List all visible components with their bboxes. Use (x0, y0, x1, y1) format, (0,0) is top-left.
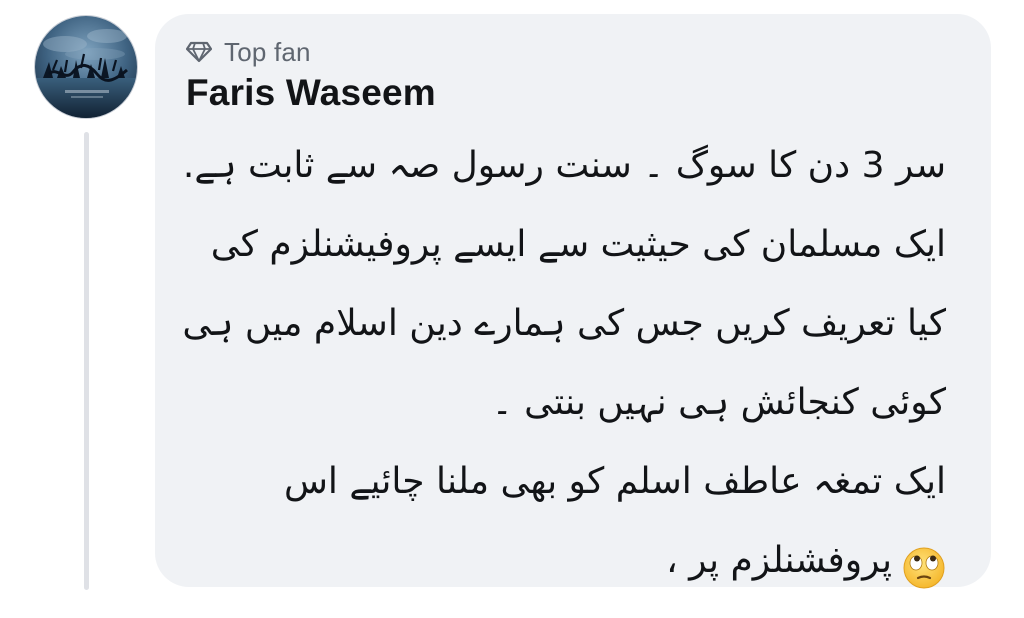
comment-line: ایک تمغہ عاطف اسلم کو بھی ملنا چائیے اس (283, 461, 946, 502)
comment-line-last: پروفشنلزم پر ، (186, 521, 946, 600)
reply-thread-line (84, 132, 89, 590)
comment-line: سر 3 دن کا سوگ ۔ سنت رسول صہ سے ثابت ہے. (182, 145, 946, 186)
comment-line: کیا تعریف کریں جس کی ہمارے دین اسلام میں… (182, 303, 946, 344)
diamond-icon (186, 39, 212, 65)
comment-line: ایک مسلمان کی حیثیت سے ایسے پروفیشنلزم ک… (210, 224, 946, 265)
comment-line: پروفشنلزم پر ، (666, 540, 892, 581)
avatar[interactable] (34, 15, 138, 119)
comment-text: سر 3 دن کا سوگ ۔ سنت رسول صہ سے ثابت ہے.… (182, 126, 946, 600)
rolling-eyes-emoji-icon (902, 539, 946, 588)
badge-label: Top fan (224, 36, 311, 67)
author-name[interactable]: Faris Waseem (186, 72, 436, 114)
avatar-image (35, 16, 137, 118)
top-fan-badge: Top fan (186, 36, 311, 68)
comment-line: کوئی کنجائش ہی نہیں بنتی ۔ (491, 382, 946, 423)
